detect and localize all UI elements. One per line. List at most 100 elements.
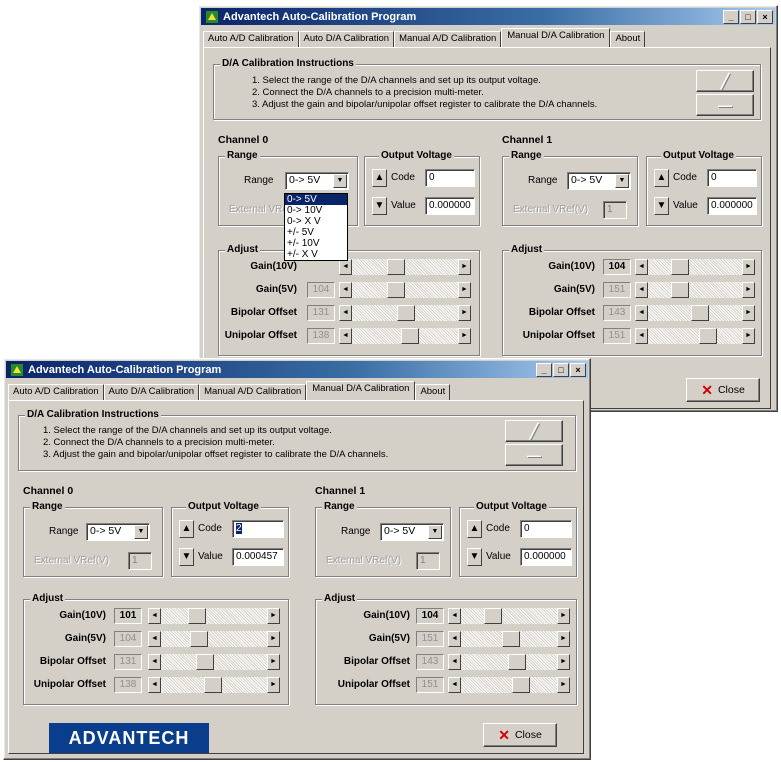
tab-manual-ad[interactable]: Manual A/D Calibration [394,31,502,47]
calibration-window-back[interactable]: Advantech Auto-Calibration Program _ □ ×… [198,5,778,412]
tab-about[interactable]: About [415,384,451,400]
scroll-left-icon[interactable]: ◄ [339,259,352,275]
value-field-ch1: 0.000000 [520,548,572,566]
bipolar-slider-ch1[interactable]: ◄ ► [635,305,755,321]
dropdown-option[interactable]: +/- 10V [285,238,347,249]
external-vref-field-ch1[interactable]: 1 [603,201,627,219]
instructions-group: D/A Calibration Instructions 1. Select t… [18,409,576,471]
tab-manual-ad[interactable]: Manual A/D Calibration [199,384,307,400]
tab-manual-da[interactable]: Manual D/A Calibration [306,381,416,400]
close-x-icon: ✕ [498,726,510,743]
scroll-left-icon[interactable]: ◄ [339,328,352,344]
maximize-icon[interactable]: □ [740,9,756,24]
spin-up-icon[interactable]: ▲ [654,169,669,187]
scroll-right-icon[interactable]: ► [458,305,471,321]
advantech-logo: ADVANTECH [49,723,209,753]
dropdown-option[interactable]: 0-> 10V [285,205,347,216]
code-input-ch1[interactable]: 0 [520,520,572,538]
plus-button[interactable]: ╱ [505,420,563,442]
unipolar-slider-ch0[interactable]: ◄ ► [148,677,280,693]
range-dropdown-list[interactable]: 0-> 5V 0-> 10V 0-> X V +/- 5V +/- 10V +/… [284,193,348,261]
calibration-window-front[interactable]: Advantech Auto-Calibration Program _ □ ×… [3,358,591,760]
code-input-ch1[interactable]: 0 [707,169,757,187]
close-icon[interactable]: × [570,362,586,377]
output-voltage-group-ch0: Output Voltage ▲ Code 0 ▼ Value 0.000000 [364,150,480,226]
gain10-slider-ch0[interactable]: ◄ ► [148,608,280,624]
tab-about[interactable]: About [610,31,646,47]
range-select-ch0[interactable]: 0-> 5V ▼ [285,172,349,190]
gain10-slider-ch1[interactable]: ◄ ► [448,608,570,624]
range-select-ch1[interactable]: 0-> 5V ▼ [380,523,444,541]
tab-auto-ad[interactable]: Auto A/D Calibration [203,31,299,47]
bipolar-slider-ch0[interactable]: ◄ ► [148,654,280,670]
unipolar-value-ch0: 138 [307,328,335,344]
code-input-ch0[interactable]: 2 [232,520,284,538]
gain5-slider-ch1[interactable]: ◄ ► [635,282,755,298]
unipolar-slider-ch0[interactable]: ◄ ► [339,328,471,344]
unipolar-slider-ch1[interactable]: ◄ ► [635,328,755,344]
external-vref-field-ch0[interactable]: 1 [128,552,152,570]
unipolar-value-ch1: 151 [603,328,631,344]
bipolar-slider-ch1[interactable]: ◄ ► [448,654,570,670]
dropdown-option[interactable]: 0-> 5V [285,194,347,205]
close-icon[interactable]: × [757,9,773,24]
instruction-step-2: 2. Connect the D/A channels to a precisi… [252,87,484,98]
minus-button[interactable]: — [505,444,563,466]
scroll-left-icon[interactable]: ◄ [339,282,352,298]
spin-up-icon[interactable]: ▲ [179,520,194,538]
scroll-left-icon[interactable]: ◄ [339,305,352,321]
instruction-step-1: 1. Select the range of the D/A channels … [252,75,541,86]
tab-auto-da[interactable]: Auto D/A Calibration [103,384,200,400]
title-bar[interactable]: Advantech Auto-Calibration Program _ □ × [6,361,588,378]
window-title: Advantech Auto-Calibration Program [28,363,222,376]
dropdown-arrow-icon[interactable]: ▼ [134,525,148,539]
dropdown-option[interactable]: 0-> X V [285,216,347,227]
code-input-ch0[interactable]: 0 [425,169,475,187]
spin-up-icon[interactable]: ▲ [372,169,387,187]
spin-down-icon[interactable]: ▼ [467,548,482,566]
range-select-ch0[interactable]: 0-> 5V ▼ [86,523,150,541]
maximize-icon[interactable]: □ [553,362,569,377]
slider-thumb[interactable] [387,259,405,275]
tab-panel: D/A Calibration Instructions 1. Select t… [203,47,771,409]
gain5-slider-ch0[interactable]: ◄ ► [148,631,280,647]
tab-auto-ad[interactable]: Auto A/D Calibration [8,384,104,400]
slider-thumb[interactable] [397,305,415,321]
dropdown-option[interactable]: +/- 5V [285,227,347,238]
tab-manual-da[interactable]: Manual D/A Calibration [501,28,611,47]
spin-down-icon[interactable]: ▼ [372,197,387,215]
channel-1-label: Channel 1 [502,134,553,146]
gain5-value-ch0: 104 [307,282,335,298]
close-button[interactable]: ✕ Close [686,378,760,402]
title-bar[interactable]: Advantech Auto-Calibration Program _ □ × [201,8,775,25]
spin-down-icon[interactable]: ▼ [654,197,669,215]
dropdown-arrow-icon[interactable]: ▼ [615,174,629,188]
range-select-ch1[interactable]: 0-> 5V ▼ [567,172,631,190]
dropdown-arrow-icon[interactable]: ▼ [428,525,442,539]
gain10-slider-ch1[interactable]: ◄ ► [635,259,755,275]
dropdown-arrow-icon[interactable]: ▼ [333,174,347,188]
range-group-ch1: Range Range 0-> 5V ▼ External VRef(V) 1 [315,501,451,577]
minimize-icon[interactable]: _ [723,9,739,24]
scroll-right-icon[interactable]: ► [458,282,471,298]
spin-down-icon[interactable]: ▼ [179,548,194,566]
external-vref-field-ch1[interactable]: 1 [416,552,440,570]
spin-up-icon[interactable]: ▲ [467,520,482,538]
bipolar-slider-ch0[interactable]: ◄ ► [339,305,471,321]
tab-auto-da[interactable]: Auto D/A Calibration [298,31,395,47]
plus-button[interactable]: ╱ [696,70,754,92]
instructions-title: D/A Calibration Instructions [25,409,161,420]
bipolar-value-ch1: 143 [603,305,631,321]
scroll-right-icon[interactable]: ► [458,328,471,344]
minimize-icon[interactable]: _ [536,362,552,377]
dropdown-option[interactable]: +/- X V [285,249,347,260]
minus-button[interactable]: — [696,94,754,116]
scroll-right-icon[interactable]: ► [458,259,471,275]
slider-thumb[interactable] [387,282,405,298]
slider-thumb[interactable] [401,328,419,344]
gain5-slider-ch0[interactable]: ◄ ► [339,282,471,298]
close-button[interactable]: ✕ Close [483,723,557,747]
gain10-slider-ch0[interactable]: ◄ ► [339,259,471,275]
gain5-slider-ch1[interactable]: ◄ ► [448,631,570,647]
unipolar-slider-ch1[interactable]: ◄ ► [448,677,570,693]
